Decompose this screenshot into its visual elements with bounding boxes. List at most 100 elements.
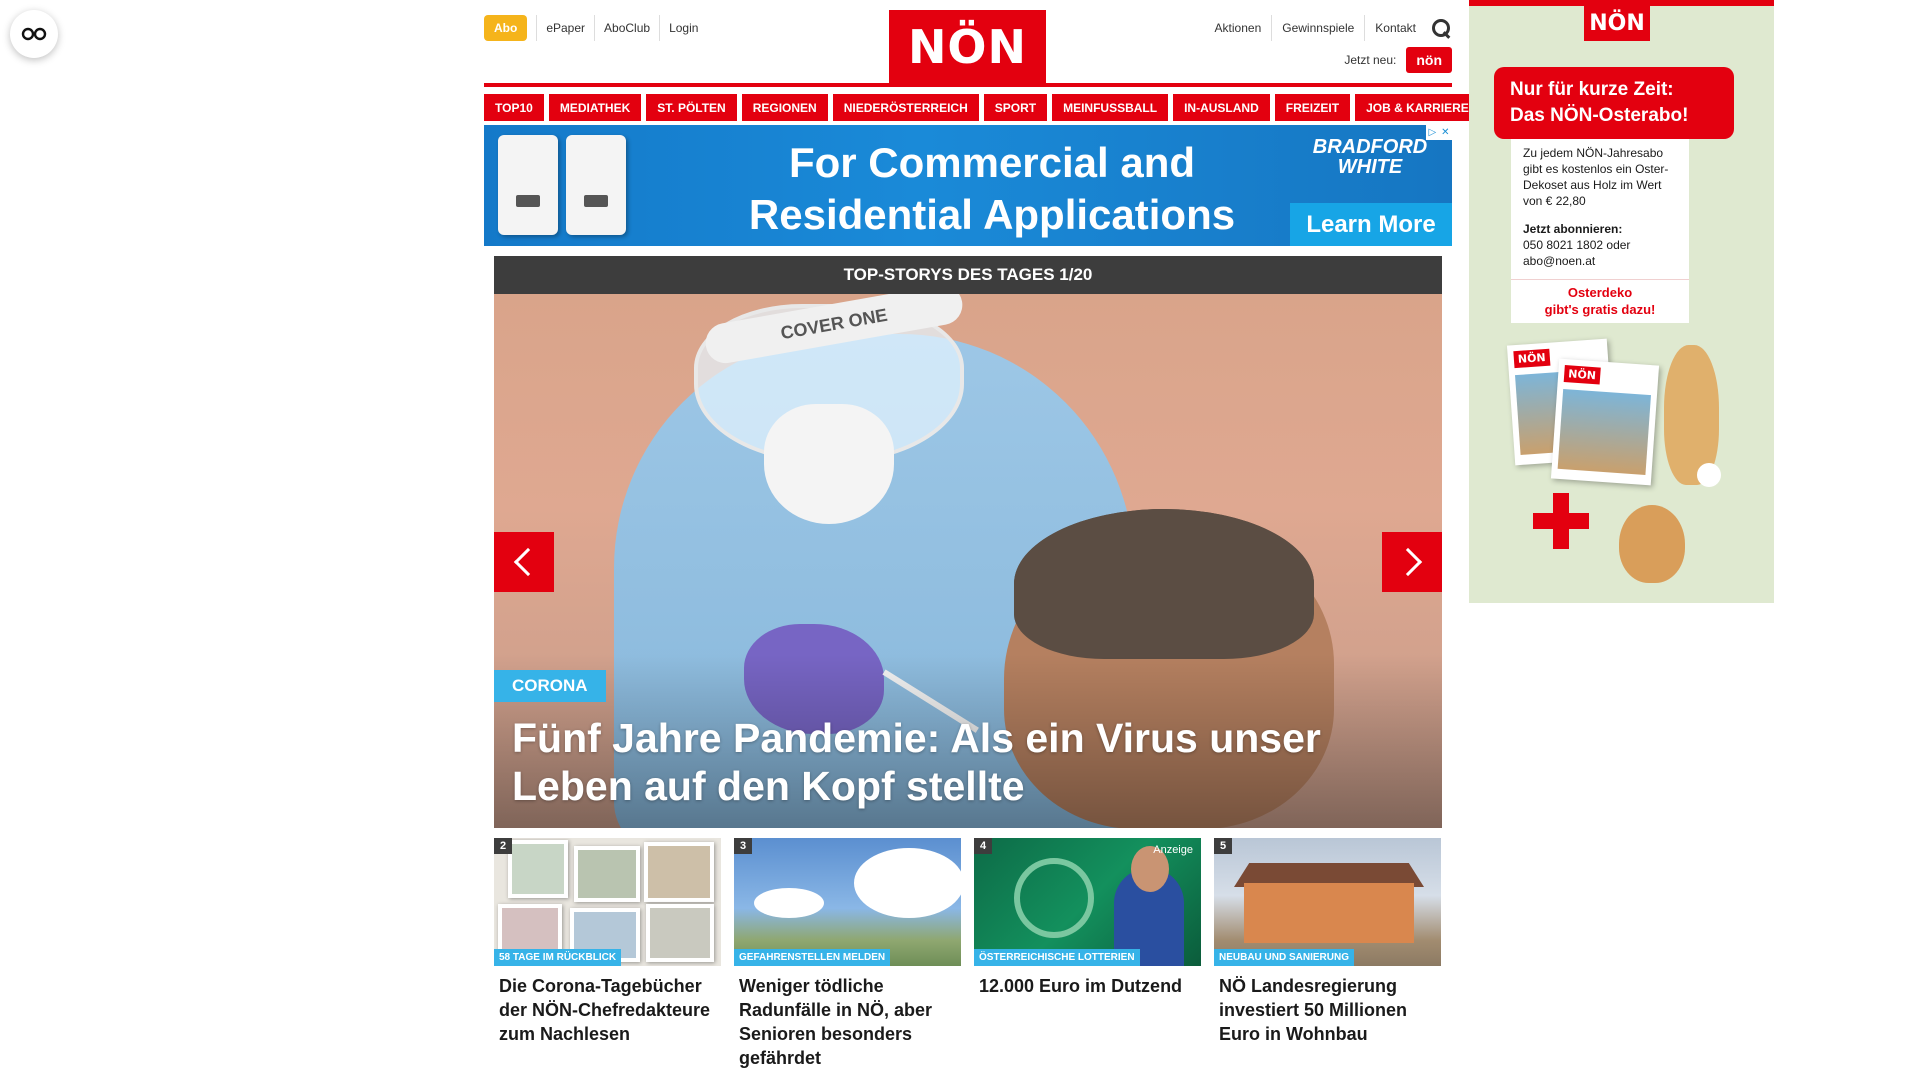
- osterdeko-line1: Osterdeko: [1567, 285, 1633, 300]
- gewinnspiele-link[interactable]: Gewinnspiele: [1282, 21, 1354, 35]
- sidebar-ad-contact: 050 8021 1802 oder abo@noen.at: [1523, 238, 1631, 268]
- nav-item-top10[interactable]: TOP10: [484, 94, 544, 121]
- epaper-link[interactable]: ePaper: [546, 21, 585, 35]
- sidebar-ad[interactable]: NÖN Nur für kurze Zeit: Das NÖN-Osterabo…: [1469, 0, 1774, 603]
- aboclub-link[interactable]: AboClub: [604, 21, 650, 35]
- story-card-title[interactable]: NÖ Landesregierung investiert 50 Million…: [1214, 974, 1441, 1046]
- cloud: [754, 888, 824, 918]
- kontakt-link[interactable]: Kontakt: [1375, 21, 1416, 35]
- divider: [594, 15, 596, 41]
- sidebar-ad-osterdeko: Osterdeko gibt's gratis dazu!: [1511, 279, 1689, 323]
- top-nav-left: Abo ePaper AboClub Login: [484, 14, 698, 42]
- sidebar-ad-cta-label: Jetzt abonnieren:: [1523, 222, 1623, 236]
- story-card-image: 5 NEUBAU UND SANIERUNG: [1214, 838, 1441, 966]
- nav-item-job-karriere[interactable]: JOB & KARRIERE: [1355, 94, 1480, 121]
- divider: [1271, 15, 1273, 41]
- nav-item-freizeit[interactable]: FREIZEIT: [1274, 94, 1351, 121]
- hero-image-mask: [764, 404, 894, 524]
- jetzt-neu-badge[interactable]: nön: [1406, 47, 1452, 73]
- chevron-left-icon: [513, 547, 543, 577]
- newspaper-photo: [1557, 389, 1651, 475]
- ad-brand-line1: BRADFORD: [1312, 136, 1428, 158]
- glasses-icon: [21, 27, 47, 41]
- jetzt-neu: Jetzt neu: nön: [1344, 47, 1452, 73]
- sidebar-ad-headline-line2: Das NÖN-Osterabo!: [1510, 105, 1689, 126]
- chevron-right-icon: [1393, 547, 1423, 577]
- story-card-image: 4 Anzeige ÖSTERREICHISCHE LOTTERIEN: [974, 838, 1201, 966]
- ad-headline: For Commercial and Residential Applicati…: [712, 137, 1272, 241]
- osterdeko-line2: gibt's gratis dazu!: [1544, 302, 1656, 317]
- story-card-title[interactable]: Weniger tödliche Radunfälle in NÖ, aber …: [734, 974, 961, 1070]
- login-link[interactable]: Login: [669, 21, 698, 35]
- bunny-tail: [1697, 463, 1721, 487]
- jetzt-neu-label: Jetzt neu:: [1344, 53, 1397, 67]
- slider-next-button[interactable]: [1382, 532, 1442, 592]
- lottery-drum: [1014, 858, 1094, 938]
- divider: [536, 15, 538, 41]
- divider: [659, 15, 661, 41]
- story-card[interactable]: 3 GEFAHRENSTELLEN MELDEN Weniger tödlich…: [734, 838, 961, 1070]
- nav-item-mediathek[interactable]: MEDIATHEK: [548, 94, 642, 121]
- sidebar-ad-logo: NÖN: [1584, 6, 1650, 41]
- abo-button[interactable]: Abo: [484, 15, 528, 41]
- plus-icon-bar: [1533, 513, 1589, 529]
- story-card[interactable]: 4 Anzeige ÖSTERREICHISCHE LOTTERIEN 12.0…: [974, 838, 1201, 1070]
- story-card-number: 5: [1214, 838, 1233, 854]
- top-nav-right: Aktionen Gewinnspiele Kontakt: [1215, 14, 1452, 42]
- ad-learn-more-button[interactable]: Learn More: [1290, 203, 1452, 246]
- nav-item-meinfussball[interactable]: MEINFUSSBALL: [1052, 94, 1169, 121]
- hero-title[interactable]: Fünf Jahre Pandemie: Als ein Virus unser…: [512, 714, 1412, 810]
- hero-category[interactable]: CORONA: [494, 670, 606, 702]
- newspaper-logo: NÖN: [1563, 365, 1601, 385]
- site-container: Abo ePaper AboClub Login NÖN Aktionen Ge…: [484, 0, 1480, 1080]
- newspaper-logo: NÖN: [1513, 348, 1551, 369]
- photo-thumb: [574, 846, 640, 902]
- hero-story[interactable]: COVER ONE CORONA Fünf Jahre Pandemie: Al…: [494, 294, 1442, 828]
- story-card-image: 3 GEFAHRENSTELLEN MELDEN: [734, 838, 961, 966]
- top-stories-slider: TOP-STORYS DES TAGES 1/20 COVER ONE CORO…: [494, 256, 1442, 828]
- reader-mode-button[interactable]: [10, 10, 58, 58]
- story-card[interactable]: 5 NEUBAU UND SANIERUNG NÖ Landesregierun…: [1214, 838, 1441, 1070]
- ad-brand-logo: BRADFORD WHITE: [1310, 137, 1430, 177]
- aktionen-link[interactable]: Aktionen: [1215, 21, 1262, 35]
- wooden-egg-image: [1619, 505, 1685, 583]
- photo-thumb: [646, 904, 714, 962]
- sidebar-ad-offer: Zu jedem NÖN-Jahresabo gibt es kostenlos…: [1523, 146, 1669, 208]
- nav-item-regionen[interactable]: REGIONEN: [741, 94, 828, 121]
- nav-item-niederoesterreich[interactable]: NIEDERÖSTERREICH: [832, 94, 979, 121]
- story-card-number: 4: [974, 838, 993, 854]
- nav-item-in-ausland[interactable]: IN-AUSLAND: [1173, 94, 1270, 121]
- ad-headline-line2: Residential Applications: [748, 191, 1236, 238]
- story-card-title[interactable]: Die Corona-Tagebücher der NÖN-Chefredakt…: [494, 974, 721, 1046]
- slider-prev-button[interactable]: [494, 532, 554, 592]
- boiler-image: [566, 135, 626, 235]
- story-cards: 2 58 TAGE IM RÜCKBLICK Die Corona-Tagebü…: [494, 838, 1442, 1070]
- story-card-category[interactable]: NEUBAU UND SANIERUNG: [1214, 949, 1355, 966]
- ad-headline-line1: For Commercial and: [788, 139, 1196, 186]
- hero-image-hair-top: [1014, 509, 1314, 659]
- story-card-number: 2: [494, 838, 513, 854]
- story-card-category[interactable]: 58 TAGE IM RÜCKBLICK: [494, 949, 622, 966]
- site-logo[interactable]: NÖN: [889, 10, 1046, 84]
- story-card-category[interactable]: ÖSTERREICHISCHE LOTTERIEN: [974, 949, 1140, 966]
- photo-thumb: [508, 840, 568, 898]
- story-card[interactable]: 2 58 TAGE IM RÜCKBLICK Die Corona-Tagebü…: [494, 838, 721, 1070]
- search-icon[interactable]: [1430, 17, 1452, 39]
- photo-thumb: [644, 842, 714, 902]
- boiler-image: [498, 135, 558, 235]
- nav-item-sport[interactable]: SPORT: [983, 94, 1048, 121]
- story-card-ad-label: Anzeige: [1153, 844, 1193, 856]
- divider: [1364, 15, 1366, 41]
- main-nav: TOP10 MEDIATHEK ST. PÖLTEN REGIONEN NIED…: [484, 83, 1480, 121]
- sidebar-ad-headline: Nur für kurze Zeit: Das NÖN-Osterabo!: [1494, 67, 1734, 139]
- ad-brand-line2: WHITE: [1337, 156, 1403, 178]
- story-card-image: 2 58 TAGE IM RÜCKBLICK: [494, 838, 721, 966]
- adchoices-icon[interactable]: ▷ ✕: [1426, 125, 1452, 140]
- story-card-number: 3: [734, 838, 753, 854]
- nav-item-st-poelten[interactable]: ST. PÖLTEN: [646, 94, 737, 121]
- story-card-title[interactable]: 12.000 Euro im Dutzend: [974, 974, 1201, 998]
- slider-heading: TOP-STORYS DES TAGES 1/20: [494, 256, 1442, 294]
- story-card-category[interactable]: GEFAHRENSTELLEN MELDEN: [734, 949, 891, 966]
- ad-banner[interactable]: For Commercial and Residential Applicati…: [484, 125, 1452, 246]
